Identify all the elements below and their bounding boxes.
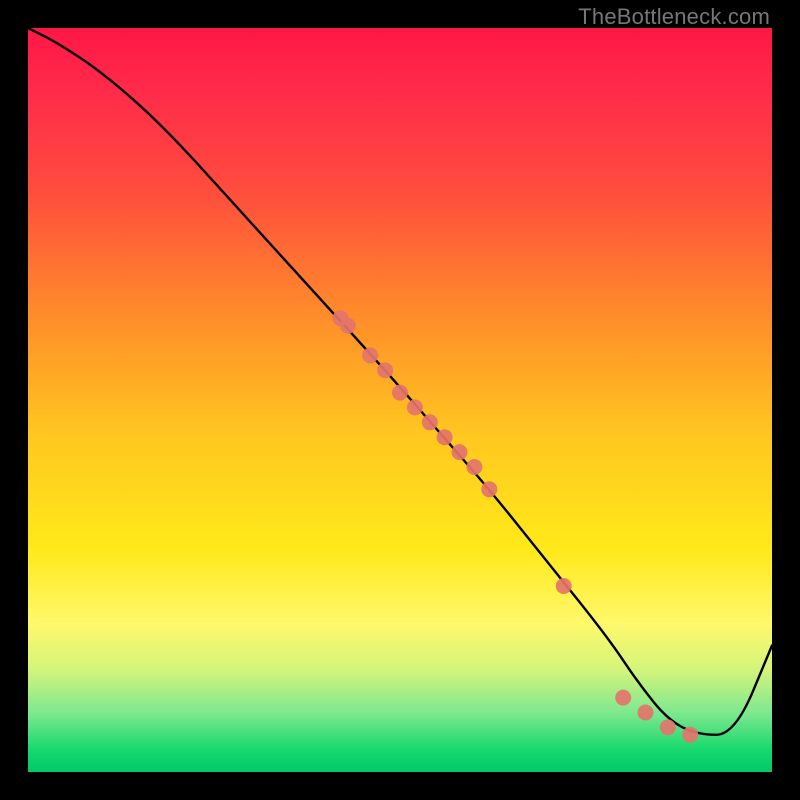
data-point — [422, 414, 438, 430]
data-point — [392, 385, 408, 401]
data-point — [340, 318, 356, 334]
data-point — [481, 481, 497, 497]
plot-area — [28, 28, 772, 772]
watermark-text: TheBottleneck.com — [578, 4, 770, 30]
data-point — [556, 578, 572, 594]
chart-frame: TheBottleneck.com — [0, 0, 800, 800]
data-point — [660, 719, 676, 735]
data-point — [452, 444, 468, 460]
data-point — [362, 347, 378, 363]
data-point — [615, 690, 631, 706]
data-point — [407, 399, 423, 415]
chart-svg — [28, 28, 772, 772]
data-point — [437, 429, 453, 445]
data-point — [466, 459, 482, 475]
data-point — [377, 362, 393, 378]
curve-line — [28, 28, 772, 735]
data-point — [638, 705, 654, 721]
scatter-dots — [333, 310, 699, 743]
data-point — [682, 727, 698, 743]
